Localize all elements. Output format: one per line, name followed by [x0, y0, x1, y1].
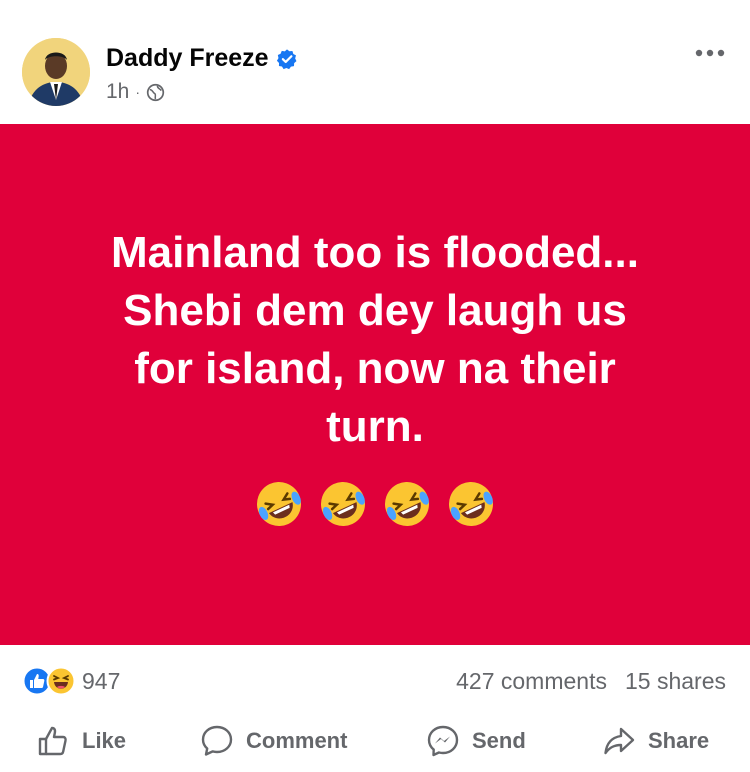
- rolling-on-floor-laughing-icon: [257, 482, 301, 526]
- haha-reaction-icon: [46, 666, 76, 696]
- like-button[interactable]: Like: [36, 724, 126, 758]
- share-arrow-icon: [604, 727, 635, 755]
- post-time[interactable]: 1h: [106, 80, 129, 104]
- post-text: Mainland too is flooded... Shebi dem dey…: [20, 224, 730, 456]
- globe-icon: [146, 83, 165, 101]
- rolling-on-floor-laughing-icon: [321, 482, 365, 526]
- emoji-row: [0, 478, 750, 530]
- rolling-on-floor-laughing-icon: [449, 482, 493, 526]
- comment-label: Comment: [246, 728, 348, 753]
- author-name[interactable]: Daddy Freeze: [106, 44, 269, 73]
- post-text-line: Shebi dem dey laugh us: [123, 286, 627, 335]
- post-header: Daddy Freeze 1h ·: [0, 0, 750, 124]
- post-meta: 1h ·: [106, 80, 165, 104]
- meta-separator: ·: [135, 84, 141, 100]
- share-label: Share: [648, 728, 710, 753]
- reactions-summary[interactable]: 947: [22, 666, 120, 696]
- thumbs-up-icon: [38, 726, 67, 756]
- post-text-line: turn.: [326, 402, 424, 451]
- shares-count[interactable]: 15 shares: [625, 668, 726, 695]
- author-avatar[interactable]: [22, 38, 90, 106]
- send-button[interactable]: Send: [426, 724, 526, 758]
- send-label: Send: [472, 728, 526, 753]
- reaction-count: 947: [82, 667, 121, 694]
- more-options-icon[interactable]: [694, 46, 726, 60]
- comment-bubble-icon: [201, 725, 233, 756]
- post-text-line: for island, now na their: [134, 344, 616, 393]
- messenger-icon: [427, 725, 459, 757]
- verified-badge-icon: [276, 48, 297, 69]
- comments-count[interactable]: 427 comments: [456, 668, 607, 695]
- post-actions: Like Comment Send Share: [0, 714, 750, 772]
- rolling-on-floor-laughing-icon: [385, 482, 429, 526]
- post-text-line: Mainland too is flooded...: [111, 228, 639, 277]
- share-button[interactable]: Share: [602, 724, 709, 758]
- comment-button[interactable]: Comment: [200, 724, 347, 758]
- like-label: Like: [82, 728, 127, 753]
- post-stats: 947 427 comments 15 shares: [0, 648, 750, 714]
- post-content-background: Mainland too is flooded... Shebi dem dey…: [0, 124, 750, 645]
